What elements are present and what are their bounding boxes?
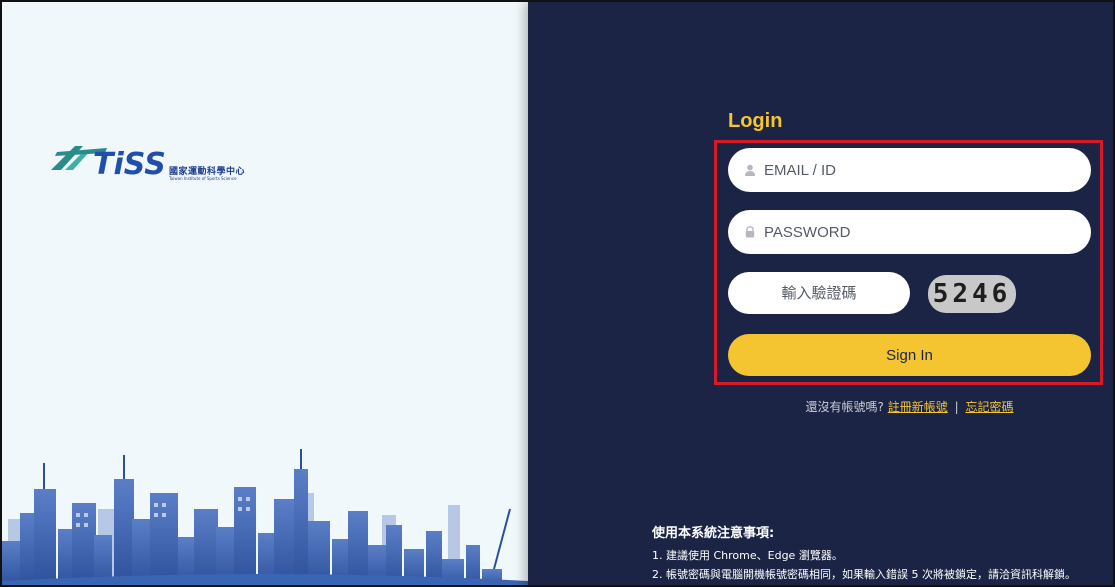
tiss-logo-mark: TiSS bbox=[51, 146, 166, 182]
register-link[interactable]: 註冊新帳號 bbox=[888, 400, 948, 414]
svg-text:TiSS: TiSS bbox=[93, 147, 166, 182]
usage-notes: 使用本系統注意事項: 1. 建議使用 Chrome、Edge 瀏覽器。 2. 帳… bbox=[652, 522, 1076, 584]
captcha-image[interactable]: 5246 bbox=[928, 275, 1016, 313]
password-input[interactable] bbox=[764, 223, 1064, 241]
city-skyline-illustration bbox=[2, 449, 528, 585]
login-page: TiSS 國家運動科學中心 Taiwan Institute of Sports… bbox=[0, 0, 1115, 587]
account-links: 還沒有帳號嗎? 註冊新帳號 | 忘記密碼 bbox=[728, 398, 1091, 415]
sign-in-button[interactable]: Sign In bbox=[728, 334, 1091, 376]
notes-title: 使用本系統注意事項: bbox=[652, 526, 775, 541]
link-separator: | bbox=[954, 400, 959, 414]
login-panel: Login 5246 Sign In 還沒有帳號嗎? 註冊新帳號 | 忘 bbox=[528, 2, 1113, 585]
note-item: 1. 建議使用 Chrome、Edge 瀏覽器。 bbox=[652, 549, 843, 562]
user-icon bbox=[745, 164, 755, 176]
forgot-password-link[interactable]: 忘記密碼 bbox=[965, 400, 1013, 414]
lock-icon bbox=[745, 226, 755, 238]
captcha-field[interactable] bbox=[728, 272, 910, 314]
email-field[interactable] bbox=[728, 148, 1091, 192]
brand-panel: TiSS 國家運動科學中心 Taiwan Institute of Sports… bbox=[2, 2, 528, 585]
email-input[interactable] bbox=[764, 161, 1064, 179]
no-account-prompt: 還沒有帳號嗎? bbox=[805, 400, 884, 414]
login-title: Login bbox=[728, 110, 783, 132]
logo-name-en: Taiwan Institute of Sports Science bbox=[169, 176, 237, 181]
note-item: 2. 帳號密碼與電腦開機帳號密碼相同，如果輸入錯誤 5 次將被鎖定，請洽資訊科解… bbox=[652, 568, 1076, 581]
password-field[interactable] bbox=[728, 210, 1091, 254]
captcha-input[interactable] bbox=[744, 284, 894, 302]
tiss-logo: TiSS 國家運動科學中心 Taiwan Institute of Sports… bbox=[49, 140, 269, 190]
